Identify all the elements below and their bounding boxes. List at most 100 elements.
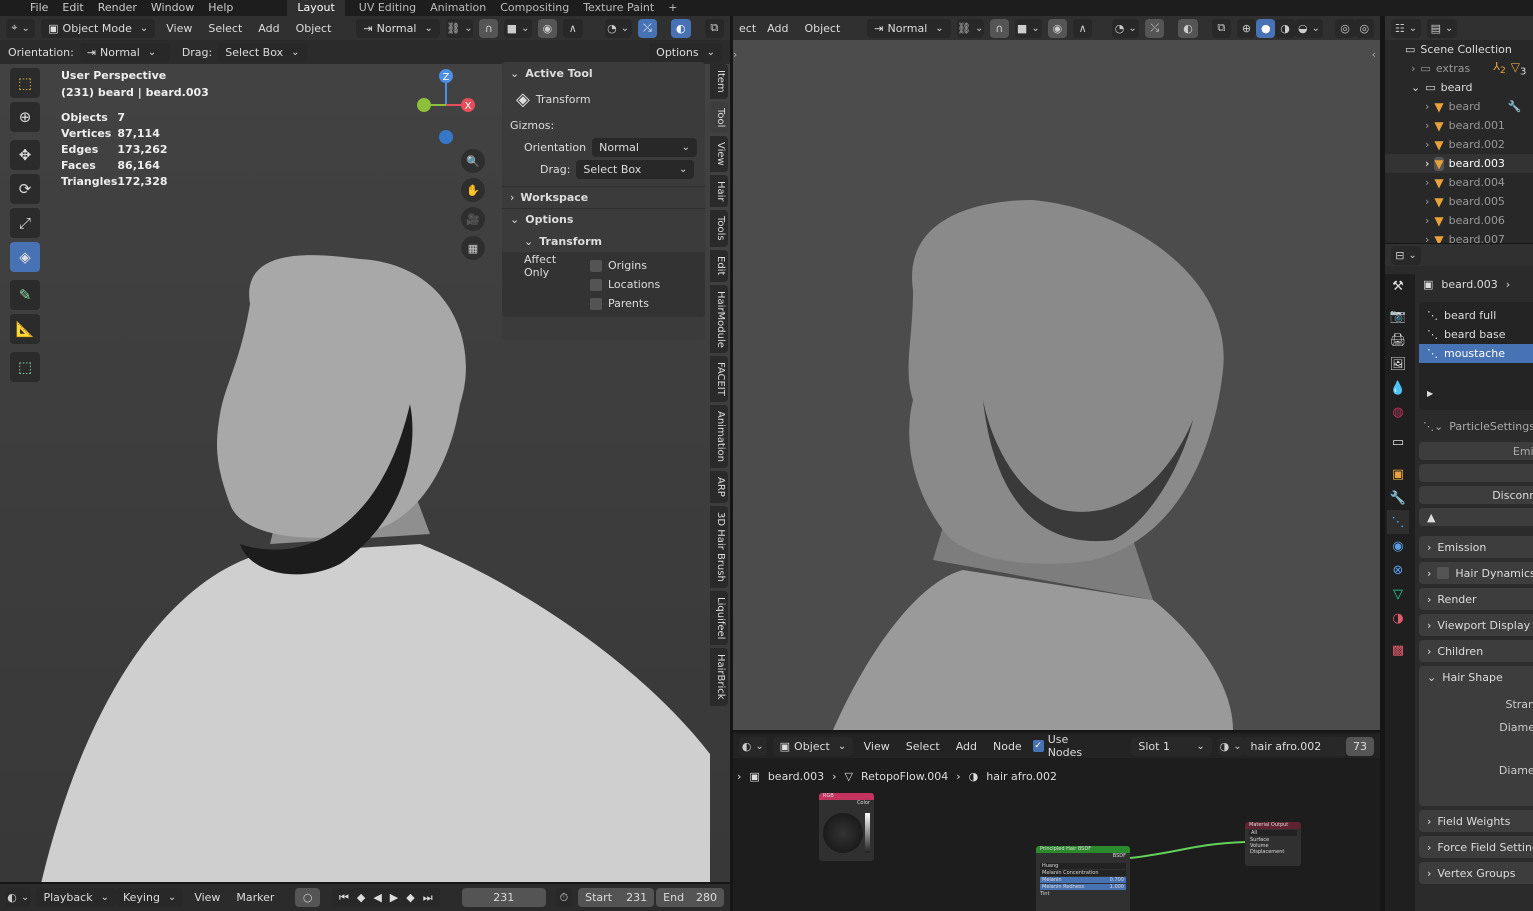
value-slider[interactable] xyxy=(865,813,870,853)
gizmo-orientation-select[interactable]: Normal xyxy=(592,137,697,157)
pivot-icon[interactable]: ⛓ xyxy=(956,18,984,38)
melanin-field[interactable]: Melanin 0.700 xyxy=(1040,877,1126,883)
particles-tab-icon[interactable]: ⋱ xyxy=(1387,510,1409,534)
menu-render[interactable]: Render xyxy=(98,0,137,16)
start-frame-field[interactable]: Start 231 xyxy=(578,888,655,907)
outliner-item[interactable]: › ▼ beard.007 xyxy=(1385,230,1533,244)
tab-liquifeel[interactable]: Liquifeel xyxy=(710,590,728,646)
melanin-redness-field[interactable]: Melanin Redness 1.000 xyxy=(1040,884,1126,890)
section-emission[interactable]: › Emission xyxy=(1419,536,1533,558)
pan-hand-icon[interactable]: ✋ xyxy=(461,178,485,202)
xray-icon[interactable]: ⧉ xyxy=(1211,18,1231,38)
particle-settings-row[interactable]: ⋱⌄ ParticleSettings xyxy=(1419,414,1533,438)
shading-option-icon[interactable]: ◎ xyxy=(1335,18,1355,38)
shading-option2-icon[interactable]: ◎ xyxy=(1354,18,1374,38)
play-reverse-icon[interactable]: ◀ xyxy=(373,891,381,904)
move-tool[interactable]: ✥ xyxy=(10,140,40,170)
material-tab-icon[interactable]: ◑ xyxy=(1387,606,1409,630)
options-header[interactable]: ⌄ Options xyxy=(502,208,705,230)
next-key-icon[interactable]: ◆ xyxy=(406,891,414,904)
options-button[interactable]: Options xyxy=(649,42,722,62)
outliner-item[interactable]: › ▼ beard.006 xyxy=(1385,211,1533,230)
outliner-editor-icon[interactable]: ☷ xyxy=(1391,18,1421,38)
workspace-header[interactable]: › Workspace xyxy=(502,186,705,208)
snap-icon[interactable]: ∩ xyxy=(989,18,1009,38)
up-button[interactable]: ▲UP xyxy=(1419,508,1533,526)
mode-select[interactable]: ▣ Object Mode xyxy=(41,18,156,38)
tab-faceit[interactable]: FACEIT xyxy=(710,356,728,403)
tab-edit[interactable]: Edit xyxy=(710,250,728,282)
tab-hairbrick[interactable]: HairBrick xyxy=(710,648,728,706)
tint-field[interactable]: Tint xyxy=(1040,891,1126,897)
menu-marker[interactable]: Marker xyxy=(231,891,279,904)
orientation-select[interactable]: ⇥ Normal xyxy=(356,18,440,38)
menu-object[interactable]: Object xyxy=(799,22,845,35)
menu-view[interactable]: View xyxy=(189,891,225,904)
outliner-scene-collection[interactable]: ▭ Scene Collection xyxy=(1385,40,1533,59)
list-item[interactable]: ⋱ beard base xyxy=(1419,325,1533,344)
overlay-icon[interactable]: ◐ xyxy=(671,18,691,38)
viewport-right[interactable]: ect Add Object ⇥Normal ⛓ ∩ ■ ◉ ∧ ◔ ⤯ ◐ ⧉… xyxy=(733,16,1380,730)
rgb-node[interactable]: RGB Color xyxy=(819,793,874,861)
disconnect-button[interactable]: Disconnec xyxy=(1419,486,1533,504)
overlay-icon[interactable]: ◐ xyxy=(1178,18,1198,38)
texture-tab-icon[interactable]: ▩ xyxy=(1387,638,1409,662)
playback-menu[interactable]: Playback xyxy=(36,888,116,907)
section-force-field[interactable]: › Force Field Settings xyxy=(1419,836,1533,858)
blank-button[interactable] xyxy=(1419,464,1533,482)
prev-key-icon[interactable]: ◆ xyxy=(357,891,365,904)
snap-target-icon[interactable]: ■ xyxy=(504,18,532,38)
workspace-tab-texture-paint[interactable]: Texture Paint xyxy=(583,0,654,16)
list-item-selected[interactable]: ⋱ moustache xyxy=(1419,344,1533,363)
workspace-tab-layout[interactable]: Layout xyxy=(287,0,345,16)
editor-type-icon[interactable]: ⌖ xyxy=(6,18,36,38)
scene-tab-icon[interactable]: 💧 xyxy=(1387,376,1409,400)
parents-checkbox[interactable] xyxy=(590,297,602,310)
model-select[interactable]: Huang xyxy=(1040,863,1126,869)
add-cube-tool[interactable]: ⬚ xyxy=(10,352,40,382)
hair-dynamics-checkbox[interactable] xyxy=(1437,567,1450,579)
color-wheel[interactable] xyxy=(823,813,863,853)
outliner-item[interactable]: › ▼ beard.001 xyxy=(1385,116,1533,135)
outliner-item[interactable]: › ▼ beard.005 xyxy=(1385,192,1533,211)
origins-checkbox[interactable] xyxy=(590,259,602,272)
gizmo-drag-select[interactable]: Select Box xyxy=(576,159,695,179)
section-field-weights[interactable]: › Field Weights xyxy=(1419,810,1533,832)
tab-hair[interactable]: Hair xyxy=(710,174,728,208)
section-vertex-groups[interactable]: › Vertex Groups xyxy=(1419,862,1533,884)
xray-icon[interactable]: ⧉ xyxy=(704,18,724,38)
section-viewport-display[interactable]: › Viewport Display xyxy=(1419,614,1533,636)
tab-view[interactable]: View xyxy=(710,136,728,172)
jump-end-icon[interactable]: ⏭ xyxy=(423,891,433,905)
material-shading-icon[interactable]: ◑ xyxy=(1275,18,1295,38)
parametrization-select[interactable]: Melanin Concentration xyxy=(1040,870,1126,876)
proportional-icon[interactable]: ◉ xyxy=(537,18,558,38)
visibility-icon[interactable]: ◔ xyxy=(604,18,632,38)
tab-tools[interactable]: Tools xyxy=(710,210,728,248)
scale-tool[interactable]: ⤢ xyxy=(10,208,40,238)
render-tab-icon[interactable]: 📷 xyxy=(1387,304,1409,328)
menu-object[interactable]: Object xyxy=(291,22,337,35)
expand-right-icon[interactable]: ‹ xyxy=(1372,48,1376,61)
outliner-item[interactable]: › ▼ beard.002 xyxy=(1385,135,1533,154)
gizmo-icon[interactable]: ⤯ xyxy=(1145,18,1165,38)
collection-tab-icon[interactable]: ▭ xyxy=(1387,430,1409,454)
annotate-tool[interactable]: ✎ xyxy=(10,280,40,310)
properties-editor-icon[interactable]: ⊟ xyxy=(1391,245,1421,265)
tab-3d-hair-brush[interactable]: 3D Hair Brush xyxy=(710,506,728,588)
list-expand-icon[interactable]: ▶ xyxy=(1427,389,1533,398)
tool-orientation-select[interactable]: ⇥ Normal xyxy=(79,42,170,62)
add-workspace-button[interactable]: + xyxy=(668,0,677,16)
falloff-icon[interactable]: ∧ xyxy=(1073,18,1093,38)
auto-key-icon[interactable]: ○ xyxy=(295,888,320,907)
stopwatch-icon[interactable]: ⏱ xyxy=(555,888,573,907)
wireframe-shading-icon[interactable]: ⊕ xyxy=(1236,18,1257,38)
drag-select[interactable]: Select Box xyxy=(218,42,307,62)
workspace-tab-compositing[interactable]: Compositing xyxy=(500,0,569,16)
hair-shape-header[interactable]: ⌄ Hair Shape xyxy=(1419,666,1533,688)
view-layer-tab-icon[interactable]: 🖼 xyxy=(1387,352,1409,376)
rotate-tool[interactable]: ⟳ xyxy=(10,174,40,204)
menu-file[interactable]: File xyxy=(30,0,48,16)
transform-subheader[interactable]: ⌄ Transform xyxy=(502,230,705,252)
select-box-tool[interactable]: ⬚ xyxy=(10,68,40,98)
